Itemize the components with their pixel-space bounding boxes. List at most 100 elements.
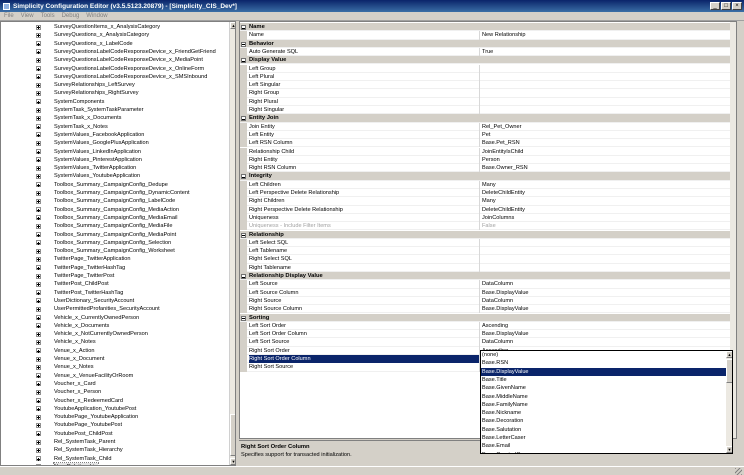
dropdown-scroll-thumb[interactable]	[726, 359, 732, 383]
sort-column-dropdown[interactable]: (none) Base.RSN Base.DisplayValue Base.Titl…	[480, 350, 733, 454]
property-row[interactable]: Join Entity Rel_Pet_Owner	[240, 122, 730, 131]
tree-item[interactable]: Toolbox_Summary_CampaignConfig_Worksheet	[1, 247, 229, 255]
dropdown-option[interactable]: Base.Decoration	[481, 417, 726, 425]
collapse-category-icon[interactable]	[241, 315, 246, 321]
expand-icon[interactable]	[36, 215, 41, 221]
dropdown-option[interactable]: Base.Nickname	[481, 409, 726, 417]
collapse-category-icon[interactable]	[241, 174, 246, 180]
dropdown-option[interactable]: (none)	[481, 351, 726, 359]
expand-icon[interactable]	[36, 256, 41, 262]
resize-grip-icon[interactable]	[735, 468, 742, 475]
property-value[interactable]: Base.Pet_RSN	[482, 139, 730, 147]
tree-item[interactable]: TwitterPage_TwitterHashTag	[1, 264, 229, 272]
expand-icon[interactable]	[36, 190, 41, 196]
property-value[interactable]: JoinEntityIsChild	[482, 148, 730, 156]
tree-item[interactable]: SurveyRelationships_LeftSurvey	[1, 81, 229, 89]
expand-icon[interactable]	[36, 182, 41, 188]
property-value[interactable]: Base.DisplayValue	[482, 305, 730, 313]
expand-icon[interactable]	[36, 99, 41, 105]
expand-icon[interactable]	[36, 57, 41, 63]
property-row[interactable]: Left Singular	[240, 81, 730, 90]
property-value[interactable]: Person	[482, 156, 730, 164]
tree-item[interactable]: SystemValues_TwitterApplication	[1, 164, 229, 172]
tree-item[interactable]: SurveyQuestions_x_AnalysisCategory	[1, 31, 229, 39]
expand-icon[interactable]	[36, 290, 41, 296]
dropdown-option[interactable]: Base.FamilyName	[481, 401, 726, 409]
tree-item[interactable]: Venue_x_Notes	[1, 363, 229, 371]
expand-icon[interactable]	[36, 389, 41, 395]
collapse-category-icon[interactable]	[241, 25, 246, 30]
tree-item[interactable]: SurveyQuestionsLabelCodeResponseDevice_x…	[1, 65, 229, 73]
tree-item[interactable]: Toolbox_Summary_CampaignConfig_Selection	[1, 239, 229, 247]
tree-item[interactable]: SystemTask_SystemTaskParameter	[1, 106, 229, 114]
dropdown-scroll-up-icon[interactable]: ▲	[726, 351, 732, 358]
property-row[interactable]: Name New Relationship	[240, 31, 730, 40]
tree-item[interactable]: TwitterPage_TwitterApplication	[1, 255, 229, 263]
expand-icon[interactable]	[36, 339, 41, 345]
tree-item[interactable]: Vehicle_x_NotCurrentlyOwnedPerson	[1, 330, 229, 338]
tree-item[interactable]: SurveyQuestionItems_x_AnalysisCategory	[1, 23, 229, 31]
dropdown-option[interactable]: Base.DisplayValue	[481, 367, 726, 376]
maximize-button[interactable]: □	[721, 2, 731, 10]
dropdown-scroll-down-icon[interactable]: ▼	[726, 446, 732, 453]
property-value[interactable]: True	[482, 48, 730, 56]
expand-icon[interactable]	[36, 422, 41, 428]
expand-icon[interactable]	[36, 323, 41, 329]
tree-item[interactable]: Vehicle_x_CurrentlyOwnedPerson	[1, 314, 229, 322]
property-row[interactable]: Right Source Column Base.DisplayValue	[240, 305, 730, 314]
property-value[interactable]: DataColumn	[482, 338, 730, 346]
tree-item[interactable]: TwitterPage_TwitterPost	[1, 272, 229, 280]
tree-item[interactable]: SurveyRelationships_RightSurvey	[1, 89, 229, 97]
property-row[interactable]: Left Perspective Delete Relationship Dele…	[240, 189, 730, 198]
tree-item[interactable]: UserPermittedProfanities_SecurityAccount	[1, 305, 229, 313]
property-row[interactable]: Left Entity Pet	[240, 130, 730, 140]
property-value[interactable]: JoinColumns	[482, 214, 730, 222]
expand-icon[interactable]	[36, 439, 41, 445]
tree-item[interactable]: Voucher_x_Card	[1, 380, 229, 388]
dropdown-option[interactable]: Base.Salutation	[481, 426, 726, 434]
tree-item[interactable]: YoutubeApplication_YoutubePost	[1, 405, 229, 413]
expand-icon[interactable]	[36, 173, 41, 179]
property-category[interactable]: Behavior	[240, 39, 730, 48]
property-row[interactable]: Right Select SQL	[240, 255, 730, 264]
property-row[interactable]: Left Sort Order Column Base.DisplayValue	[240, 330, 730, 339]
property-category[interactable]: Entity Join	[240, 114, 730, 123]
tree-item[interactable]: YoutubePost_ChildPost	[1, 430, 229, 438]
property-value[interactable]: DataColumn	[482, 280, 730, 288]
expand-icon[interactable]	[36, 406, 41, 412]
expand-icon[interactable]	[36, 198, 41, 204]
expand-icon[interactable]	[36, 331, 41, 337]
collapse-category-icon[interactable]	[241, 58, 246, 64]
close-button[interactable]: ×	[732, 2, 742, 10]
property-category[interactable]: Relationship	[240, 230, 730, 239]
property-row[interactable]: Uniqueness - Include Filter Items False	[240, 222, 730, 231]
expand-icon[interactable]	[36, 265, 41, 271]
property-value[interactable]: New Relationship	[482, 31, 730, 39]
tree-item[interactable]: TwitterPost_ChildPost	[1, 280, 229, 288]
tree-item[interactable]: SurveyQuestionsLabelCodeResponseDevice_x…	[1, 73, 229, 81]
expand-icon[interactable]	[36, 273, 41, 279]
tree-item[interactable]: SystemValues_PinterestApplication	[1, 156, 229, 164]
expand-icon[interactable]	[36, 381, 41, 387]
tree-scrollbar[interactable]: ▲ ▼	[229, 22, 235, 465]
property-row[interactable]: Left Children Many	[240, 180, 730, 189]
tree-item[interactable]: SystemValues_GooglePlusApplication	[1, 139, 229, 147]
property-category[interactable]: Sorting	[240, 313, 730, 322]
property-value[interactable]: DeleteChildEntity	[482, 189, 730, 197]
tree-item[interactable]: Voucher_x_RedeemedCard	[1, 397, 229, 405]
property-value[interactable]: Ascending	[482, 322, 730, 330]
property-value[interactable]: Base.Owner_RSN	[482, 164, 730, 172]
tree-item[interactable]: Toolbox_Summary_CampaignConfig_MediaActi…	[1, 206, 229, 214]
tree-item[interactable]: SystemValues_FacebookApplication	[1, 131, 229, 139]
property-value[interactable]: Base.DisplayValue	[482, 289, 730, 297]
tree-item[interactable]: Toolbox_Summary_CampaignConfig_Dedupe	[1, 181, 229, 189]
expand-icon[interactable]	[36, 207, 41, 213]
dropdown-option[interactable]: Base.GivenName	[481, 384, 726, 392]
property-row[interactable]: Right Perspective Delete Relationship Del…	[240, 205, 730, 214]
dropdown-option[interactable]: Base.Email	[481, 442, 726, 450]
tree-item[interactable]: Voucher_x_Person	[1, 388, 229, 396]
property-row[interactable]: Right Entity Person	[240, 155, 730, 165]
property-value[interactable]: Rel_Pet_Owner	[482, 123, 730, 131]
property-row[interactable]: Auto Generate SQL True	[240, 47, 730, 57]
tree-item[interactable]: Rel_SystemTask_Child	[1, 455, 229, 463]
